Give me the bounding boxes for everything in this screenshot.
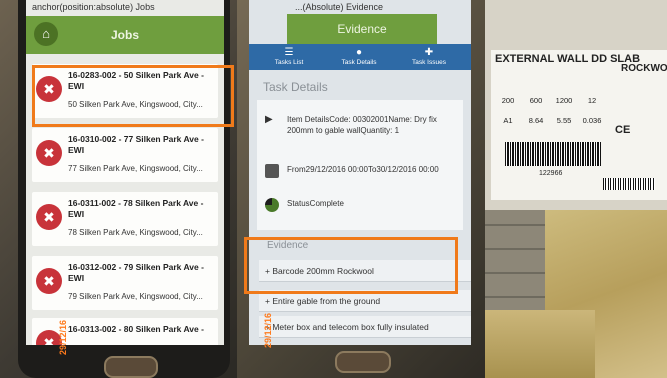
home-button[interactable]	[335, 351, 391, 373]
insulation-edge	[485, 310, 595, 378]
screen-caption: anchor(position:absolute) Jobs	[32, 2, 155, 12]
chevron-right-icon: ▶	[265, 114, 273, 125]
barcode	[505, 142, 601, 166]
product-label-photo: EXTERNAL WALL DD SLAB ROCKWOOL 200 600 1…	[485, 0, 667, 210]
list-item[interactable]: ✖ 16-0311-002 - 78 Silken Park Ave - EWI…	[32, 192, 218, 246]
app-bar: Evidence	[287, 14, 437, 44]
page-title: Evidence	[337, 22, 387, 36]
tab-task-issues[interactable]: ✚ Task Issues	[399, 47, 459, 66]
list-icon: ☰	[284, 47, 294, 58]
phone-frame: anchor(position:absolute) Jobs ⌂ Jobs ✖ …	[18, 0, 230, 378]
brand-name: ROCKWOOL	[621, 63, 667, 74]
tab-task-details[interactable]: ● Task Details	[329, 47, 389, 66]
barcode-small	[603, 178, 655, 190]
label-title: EXTERNAL WALL DD SLAB	[495, 53, 641, 65]
barcode-number: 122966	[539, 170, 563, 177]
section-heading: Task Details	[263, 80, 328, 94]
evidence-photo: ...(Absolute) Evidence Evidence ☰ Tasks L…	[237, 0, 485, 378]
tools-icon: ✖	[36, 204, 62, 230]
page-title: Jobs	[110, 28, 139, 42]
ce-mark-icon: CE	[615, 124, 631, 136]
pie-chart-icon	[265, 198, 279, 212]
jobs-photo: anchor(position:absolute) Jobs ⌂ Jobs ✖ …	[0, 0, 237, 378]
tab-bar: ☰ Tasks List ● Task Details ✚ Task Issues	[249, 44, 471, 70]
calendar-icon	[265, 164, 279, 178]
list-item[interactable]: ✖ 16-0312-002 - 79 Silken Park Ave - EWI…	[32, 256, 218, 310]
insulated-wall-photo	[485, 210, 667, 378]
list-item[interactable]: ✖ 16-0310-002 - 77 Silken Park Ave - EWI…	[32, 128, 218, 182]
selection-highlight	[244, 237, 458, 294]
screen-caption: ...(Absolute) Evidence	[295, 2, 384, 12]
tab-tasks-list[interactable]: ☰ Tasks List	[259, 47, 319, 66]
jobs-screen: anchor(position:absolute) Jobs ⌂ Jobs ✖ …	[26, 0, 224, 345]
tools-icon: ✖	[36, 140, 62, 166]
info-icon: ●	[355, 47, 363, 58]
evidence-item[interactable]: + Meter box and telecom box fully insula…	[259, 316, 471, 338]
product-label: EXTERNAL WALL DD SLAB ROCKWOOL 200 600 1…	[491, 50, 667, 200]
home-button[interactable]	[104, 356, 158, 378]
app-bar: ⌂ Jobs	[26, 16, 224, 54]
date-stamp: 29/12/16	[263, 312, 273, 348]
date-stamp: 29/12/16	[58, 319, 68, 355]
task-details-card: ▶ Item DetailsCode: 00302001Name: Dry fi…	[257, 100, 463, 230]
tools-icon: ✖	[36, 268, 62, 294]
plus-icon: ✚	[424, 47, 434, 58]
selection-highlight	[32, 65, 234, 127]
